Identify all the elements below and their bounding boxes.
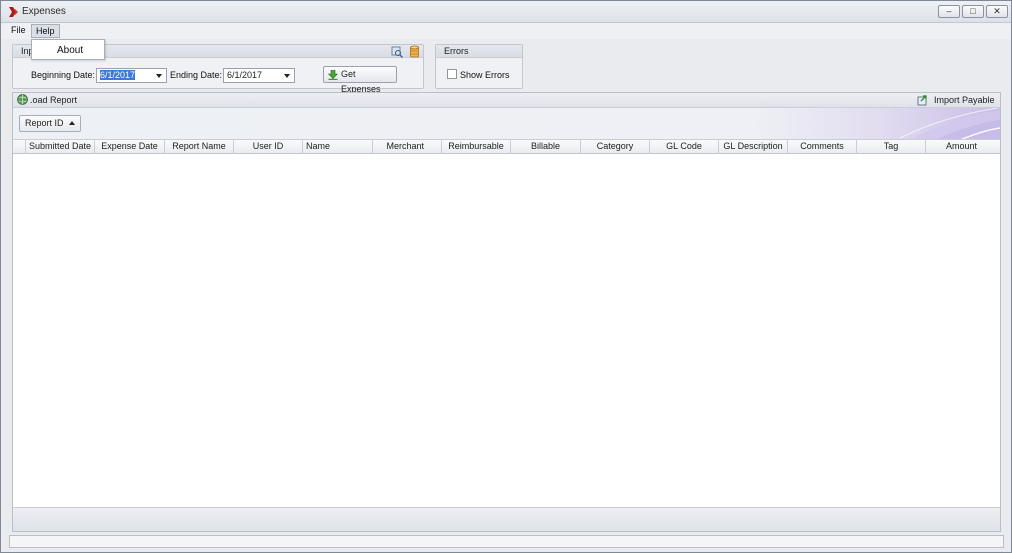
column-name[interactable]: Name	[303, 140, 373, 154]
minimize-button[interactable]: –	[938, 5, 960, 18]
sort-ascending-icon	[68, 121, 75, 125]
database-icon[interactable]	[409, 45, 420, 58]
chevron-down-icon	[284, 74, 290, 78]
download-icon	[328, 70, 338, 80]
errors-group: Errors Show Errors	[435, 44, 523, 89]
settings-search-icon[interactable]	[391, 46, 403, 58]
menu-item-about[interactable]: About	[57, 45, 83, 56]
column-gl-description[interactable]: GL Description	[719, 140, 788, 154]
row-indicator-header	[13, 140, 26, 154]
load-report-panel: .oad Report Import Payable Report ID Sub…	[12, 92, 1001, 532]
maximize-button[interactable]: □	[962, 5, 984, 18]
import-icon	[917, 95, 927, 106]
close-icon: ✕	[993, 6, 1001, 16]
beginning-date-label: Beginning Date:	[31, 70, 96, 80]
get-expenses-button[interactable]: Get Expenses	[323, 66, 397, 94]
ending-date-label: Ending Date:	[170, 70, 223, 80]
column-gl-code[interactable]: GL Code	[650, 140, 719, 154]
chevron-down-icon	[156, 74, 162, 78]
menu-bar: File Help	[1, 23, 1011, 39]
grid-body[interactable]	[13, 154, 1000, 507]
column-comments[interactable]: Comments	[788, 140, 857, 154]
column-reimbursable[interactable]: Reimbursable	[442, 140, 511, 154]
column-user-id[interactable]: User ID	[234, 140, 303, 154]
window-title: Expenses	[22, 6, 66, 17]
expenses-window: Expenses – □ ✕ File Help About Inp Begin…	[0, 0, 1012, 553]
import-payable-button[interactable]: Import Payable	[917, 93, 999, 107]
column-tag[interactable]: Tag	[857, 140, 926, 154]
maximize-icon: □	[970, 6, 976, 16]
group-by-report-id[interactable]: Report ID	[19, 115, 81, 132]
show-errors-checkbox[interactable]	[447, 69, 457, 79]
grid-column-header: Submitted Date Expense Date Report Name …	[13, 139, 1000, 154]
menu-file[interactable]: File	[7, 24, 30, 38]
errors-group-caption: Errors	[436, 45, 522, 58]
column-billable[interactable]: Billable	[511, 140, 581, 154]
load-report-title: .oad Report	[30, 95, 78, 105]
group-by-area: Report ID	[13, 108, 1000, 140]
group-by-label: Report ID	[25, 118, 64, 128]
import-payable-label: Import Payable	[934, 95, 995, 105]
minimize-icon: –	[946, 6, 952, 16]
ending-date-picker[interactable]: 6/1/2017	[223, 68, 295, 83]
ending-date-value: 6/1/2017	[227, 70, 263, 80]
menu-help[interactable]: Help	[31, 24, 60, 38]
globe-refresh-icon	[17, 94, 28, 105]
decorative-swoosh	[899, 108, 1000, 140]
column-amount[interactable]: Amount	[926, 140, 1000, 154]
beginning-date-picker[interactable]: 6/1/2017	[96, 68, 167, 83]
column-submitted-date[interactable]: Submitted Date	[26, 140, 95, 154]
column-report-name[interactable]: Report Name	[165, 140, 234, 154]
column-expense-date[interactable]: Expense Date	[95, 140, 165, 154]
column-category[interactable]: Category	[581, 140, 650, 154]
load-report-header: .oad Report Import Payable	[13, 93, 1000, 108]
errors-group-caption-text: Errors	[444, 46, 469, 56]
show-errors-label[interactable]: Show Errors	[460, 70, 510, 80]
status-bar	[9, 535, 1004, 548]
help-menu-dropdown: About	[31, 39, 105, 60]
title-bar[interactable]: Expenses – □ ✕	[1, 1, 1011, 23]
app-logo-icon	[9, 7, 18, 17]
column-merchant[interactable]: Merchant	[373, 140, 442, 154]
close-button[interactable]: ✕	[986, 5, 1008, 18]
beginning-date-value: 6/1/2017	[100, 70, 136, 80]
grid-footer	[13, 507, 1000, 531]
